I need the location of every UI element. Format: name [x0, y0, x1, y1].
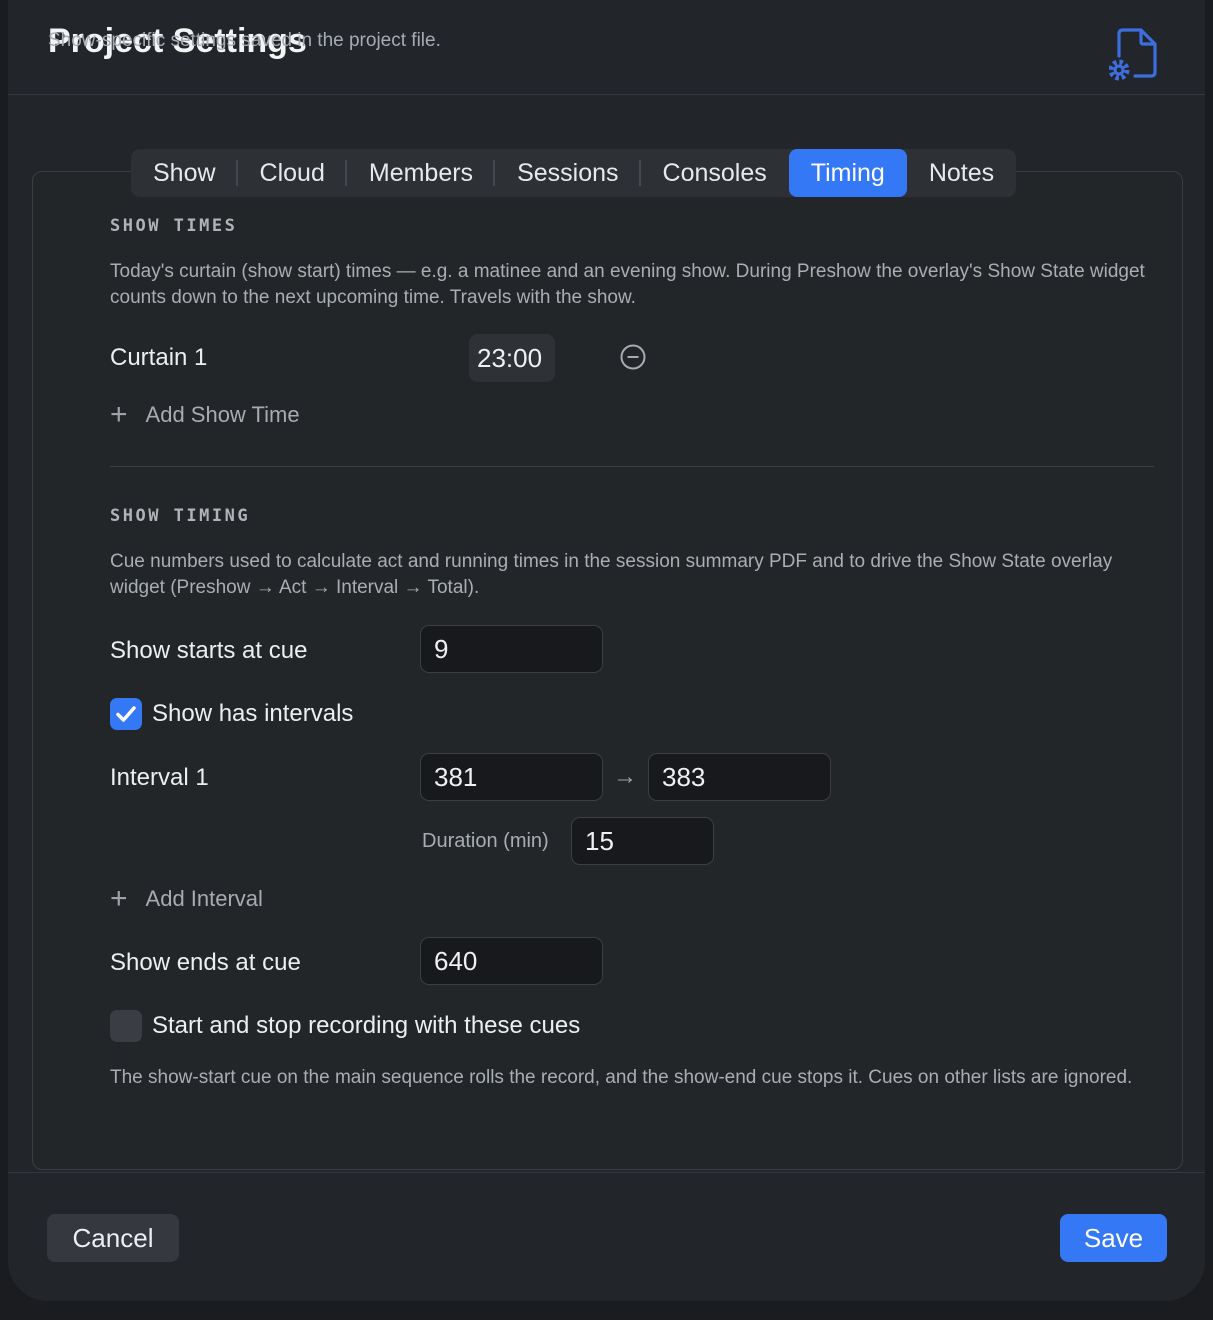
tab-show[interactable]: Show: [131, 149, 238, 197]
curtain-label: Curtain 1: [110, 344, 208, 371]
remove-circle-icon[interactable]: [619, 343, 647, 371]
tab-notes[interactable]: Notes: [907, 149, 1016, 197]
show-times-description: Today's curtain (show start) times — e.g…: [110, 261, 1145, 308]
settings-panel: SHOW TIMES Today's curtain (show start) …: [32, 171, 1183, 1170]
record-with-cues-checkbox[interactable]: [110, 1010, 142, 1042]
interval-from-input[interactable]: 381: [420, 753, 603, 801]
tab-bar: Show Cloud Members Sessions Consoles Tim…: [131, 149, 1017, 197]
show-ends-label: Show ends at cue: [110, 949, 301, 976]
dialog-header: Project Settings Show-specific settings …: [8, 0, 1205, 95]
show-times-heading: SHOW TIMES: [110, 216, 238, 236]
arrow-right-icon: →: [613, 763, 637, 790]
show-ends-input[interactable]: 640: [420, 937, 603, 985]
duration-label: Duration (min): [422, 830, 549, 852]
record-note: The show-start cue on the main sequence …: [110, 1067, 1133, 1088]
document-settings-icon: [1109, 28, 1157, 81]
show-starts-input[interactable]: 9: [420, 625, 603, 673]
add-show-time-label: Add Show Time: [145, 402, 300, 427]
show-starts-label: Show starts at cue: [110, 637, 308, 664]
record-with-cues-label: Start and stop recording with these cues: [152, 1012, 581, 1039]
cancel-button[interactable]: Cancel: [47, 1214, 179, 1262]
save-button[interactable]: Save: [1060, 1214, 1167, 1262]
project-settings-dialog: Project Settings Show-specific settings …: [8, 0, 1205, 1301]
section-divider: [110, 466, 1154, 467]
plus-icon: +: [110, 882, 128, 915]
show-has-intervals-label: Show has intervals: [152, 700, 354, 727]
show-timing-heading: SHOW TIMING: [110, 506, 251, 526]
show-timing-description: Cue numbers used to calculate act and ru…: [110, 551, 1113, 598]
footer-divider: [8, 1172, 1205, 1173]
tab-cloud[interactable]: Cloud: [238, 149, 348, 197]
add-interval-label: Add Interval: [145, 886, 263, 911]
show-has-intervals-checkbox[interactable]: [110, 698, 142, 730]
interval-label: Interval 1: [110, 764, 209, 791]
plus-icon: +: [110, 398, 128, 431]
tab-members[interactable]: Members: [347, 149, 496, 197]
curtain-time-input[interactable]: 23:00: [469, 334, 555, 382]
tab-consoles[interactable]: Consoles: [641, 149, 789, 197]
tab-timing[interactable]: Timing: [788, 149, 907, 197]
duration-input[interactable]: 15: [571, 817, 714, 865]
page-subtitle: Show-specific settings saved in the proj…: [48, 30, 441, 51]
add-interval-button[interactable]: + Add Interval: [110, 884, 263, 914]
interval-to-input[interactable]: 383: [648, 753, 831, 801]
tab-sessions[interactable]: Sessions: [495, 149, 641, 197]
add-show-time-button[interactable]: + Add Show Time: [110, 400, 300, 430]
checkmark-icon: [116, 706, 136, 722]
